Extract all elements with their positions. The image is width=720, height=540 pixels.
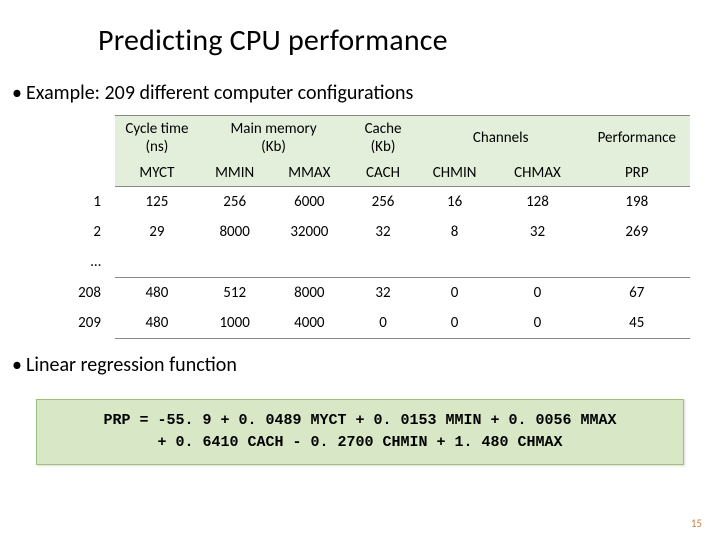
cell: 269 xyxy=(584,217,690,247)
table-row: 2 29 8000 32000 32 8 32 269 xyxy=(72,217,690,247)
bullet-dot-icon: • xyxy=(12,81,26,105)
cell: 0 xyxy=(348,308,418,339)
col-myct: MYCT xyxy=(115,160,199,187)
cell: 67 xyxy=(584,278,690,309)
cell: 125 xyxy=(115,187,199,218)
cell: 4000 xyxy=(270,308,348,339)
cell: 16 xyxy=(418,187,492,218)
cell: 0 xyxy=(491,308,583,339)
cell: 32 xyxy=(348,278,418,309)
ellipsis: … xyxy=(72,247,115,278)
cell: 512 xyxy=(199,278,271,309)
cell: 6000 xyxy=(270,187,348,218)
regression-formula: PRP = -55. 9 + 0. 0489 MYCT + 0. 0153 MM… xyxy=(36,399,684,465)
cell: 32 xyxy=(491,217,583,247)
row-idx: 209 xyxy=(72,308,115,339)
bullet-regression: •Linear regression function xyxy=(0,353,720,377)
col-prp: PRP xyxy=(584,160,690,187)
hdr-mem: Main memory (Kb) xyxy=(199,116,348,161)
col-mmin: MMIN xyxy=(199,160,271,187)
cell: 8000 xyxy=(199,217,271,247)
col-header-row: MYCT MMIN MMAX CACH CHMIN CHMAX PRP xyxy=(72,160,690,187)
bullet-regression-text: Linear regression function xyxy=(26,353,237,377)
hdr-channels: Channels xyxy=(418,116,584,161)
cell: 1000 xyxy=(199,308,271,339)
cell: 128 xyxy=(491,187,583,218)
cell: 8 xyxy=(418,217,492,247)
cell: 480 xyxy=(115,278,199,309)
col-cach: CACH xyxy=(348,160,418,187)
group-header-row: Cycle time (ns) Main memory (Kb) Cache (… xyxy=(72,116,690,161)
table-row: 209 480 1000 4000 0 0 0 45 xyxy=(72,308,690,339)
cell: 256 xyxy=(348,187,418,218)
bullet-example: •Example: 209 different computer configu… xyxy=(0,81,720,105)
bullet-example-text: Example: 209 different computer configur… xyxy=(26,81,413,105)
cell: 198 xyxy=(584,187,690,218)
table-row: 208 480 512 8000 32 0 0 67 xyxy=(72,278,690,309)
row-idx: 1 xyxy=(72,187,115,218)
ellipsis-row: … xyxy=(72,247,690,278)
col-chmin: CHMIN xyxy=(418,160,492,187)
table-row: 1 125 256 6000 256 16 128 198 xyxy=(72,187,690,218)
col-chmax: CHMAX xyxy=(491,160,583,187)
slide: Predicting CPU performance •Example: 209… xyxy=(0,0,720,540)
row-idx: 2 xyxy=(72,217,115,247)
cell: 0 xyxy=(491,278,583,309)
bullet-dot-icon: • xyxy=(12,353,26,377)
cell: 256 xyxy=(199,187,271,218)
page-number: 15 xyxy=(691,517,702,530)
row-idx: 208 xyxy=(72,278,115,309)
hdr-cache: Cache (Kb) xyxy=(348,116,418,161)
cell: 8000 xyxy=(270,278,348,309)
hdr-perf: Performance xyxy=(584,116,690,161)
formula-box: PRP = -55. 9 + 0. 0489 MYCT + 0. 0153 MM… xyxy=(36,399,684,465)
cell: 29 xyxy=(115,217,199,247)
cell: 0 xyxy=(418,278,492,309)
cell: 480 xyxy=(115,308,199,339)
config-table: Cycle time (ns) Main memory (Kb) Cache (… xyxy=(72,115,690,339)
cell: 32 xyxy=(348,217,418,247)
hdr-cycle: Cycle time (ns) xyxy=(115,116,199,161)
slide-title: Predicting CPU performance xyxy=(0,0,720,59)
cell: 45 xyxy=(584,308,690,339)
cell: 32000 xyxy=(270,217,348,247)
cell: 0 xyxy=(418,308,492,339)
col-mmax: MMAX xyxy=(270,160,348,187)
